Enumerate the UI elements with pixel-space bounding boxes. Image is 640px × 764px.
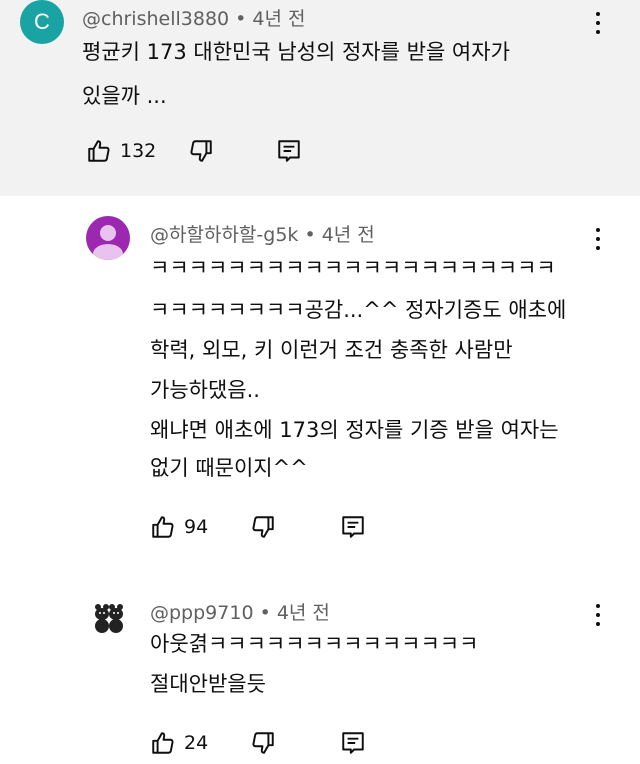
reply-icon	[342, 516, 364, 538]
like-count: 132	[120, 140, 157, 162]
reply-button[interactable]	[340, 730, 366, 756]
avatar[interactable]	[92, 600, 126, 634]
comment-1: C @chrishell3880 • 4년 전 평균키 173 대한민국 남성의…	[0, 0, 640, 196]
thumbs-down-icon	[252, 516, 274, 538]
comment-text-line: 평균키 173 대한민국 남성의 정자를 받을 여자가	[82, 40, 510, 64]
like-button[interactable]: 24	[150, 730, 208, 756]
like-count: 24	[184, 732, 209, 754]
thumbs-up-icon	[152, 516, 174, 538]
person-icon	[93, 225, 123, 260]
like-button[interactable]: 132	[86, 138, 156, 164]
avatar-letter: C	[34, 9, 50, 34]
comment-text-line: 있을까 ...	[82, 84, 167, 108]
dislike-button[interactable]	[188, 138, 214, 164]
more-options-icon[interactable]	[594, 602, 602, 628]
reply-button[interactable]	[340, 514, 366, 540]
reply-icon	[342, 732, 364, 754]
bears-icon	[95, 604, 123, 633]
comment-text-line: 아웃겱ㅋㅋㅋㅋㅋㅋㅋㅋㅋㅋㅋㅋㅋㅋ	[150, 632, 479, 656]
like-count: 94	[184, 516, 209, 538]
comment-meta: @ppp9710 • 4년 전	[150, 602, 330, 624]
thumbs-up-icon	[152, 732, 174, 754]
more-options-icon[interactable]	[594, 10, 602, 36]
comment-text-line: 가능하댔음..	[150, 378, 260, 402]
thumbs-down-icon	[252, 732, 274, 754]
comment-meta: @chrishell3880 • 4년 전	[82, 8, 306, 30]
avatar[interactable]: C	[20, 0, 64, 44]
dislike-button[interactable]	[250, 730, 276, 756]
comment-text-line: 학력, 외모, 키 이런거 조건 충족한 사람만	[150, 338, 513, 362]
comment-3: @ppp9710 • 4년 전 아웃겱ㅋㅋㅋㅋㅋㅋㅋㅋㅋㅋㅋㅋㅋㅋ 절대안받을듯…	[0, 570, 640, 760]
thumbs-up-icon	[88, 140, 110, 162]
comment-2: @하할하하할-g5k • 4년 전 ㅋㅋㅋㅋㅋㅋㅋㅋㅋㅋㅋㅋㅋㅋㅋㅋㅋㅋㅋㅋㅋ …	[0, 196, 640, 570]
comment-text-line: 없기 때문이지^^	[150, 456, 308, 480]
thumbs-down-icon	[190, 140, 212, 162]
comment-text-line: 절대안받을듯	[150, 672, 266, 696]
comment-meta: @하할하하할-g5k • 4년 전	[150, 224, 375, 246]
like-button[interactable]: 94	[150, 514, 208, 540]
reply-icon	[278, 140, 300, 162]
avatar[interactable]	[86, 216, 130, 260]
comment-text-line: ㅋㅋㅋㅋㅋㅋㅋㅋㅋㅋㅋㅋㅋㅋㅋㅋㅋㅋㅋㅋㅋ	[150, 256, 556, 280]
comment-text-line: 왜냐면 애초에 173의 정자를 기증 받을 여자는	[150, 418, 559, 442]
more-options-icon[interactable]	[594, 226, 602, 252]
dislike-button[interactable]	[250, 514, 276, 540]
reply-button[interactable]	[276, 138, 302, 164]
comment-text-line: ㅋㅋㅋㅋㅋㅋㅋㅋ공감...^^ 정자기증도 애초에	[150, 298, 567, 322]
